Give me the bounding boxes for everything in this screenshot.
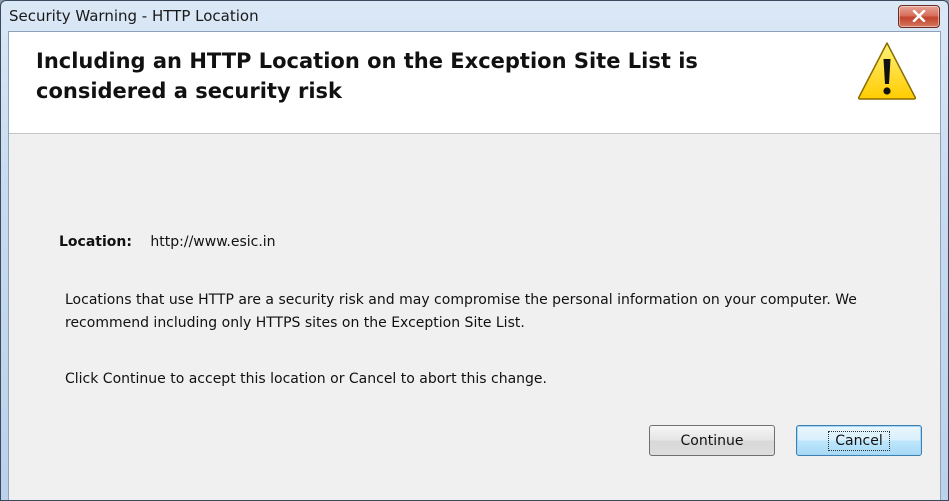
location-row: Location: http://www.esic.in [59,234,276,250]
security-warning-dialog: Security Warning - HTTP Location Includi… [0,0,949,501]
close-button[interactable] [898,5,940,28]
close-icon [912,10,926,22]
continue-button-label: Continue [680,432,744,449]
warning-icon [857,42,917,100]
continue-button[interactable]: Continue [649,425,775,456]
cancel-button-label: Cancel [828,430,890,451]
risk-message: Locations that use HTTP are a security r… [65,292,857,331]
warning-header: Including an HTTP Location on the Except… [9,32,940,134]
window-title: Security Warning - HTTP Location [9,7,259,25]
title-bar[interactable]: Security Warning - HTTP Location [1,1,948,31]
instruction-message: Click Continue to accept this location o… [65,371,547,387]
cancel-button[interactable]: Cancel [796,425,922,456]
dialog-body: Including an HTTP Location on the Except… [8,31,941,500]
warning-headline: Including an HTTP Location on the Except… [36,49,698,103]
location-label: Location: [59,234,132,250]
location-value: http://www.esic.in [150,234,276,250]
